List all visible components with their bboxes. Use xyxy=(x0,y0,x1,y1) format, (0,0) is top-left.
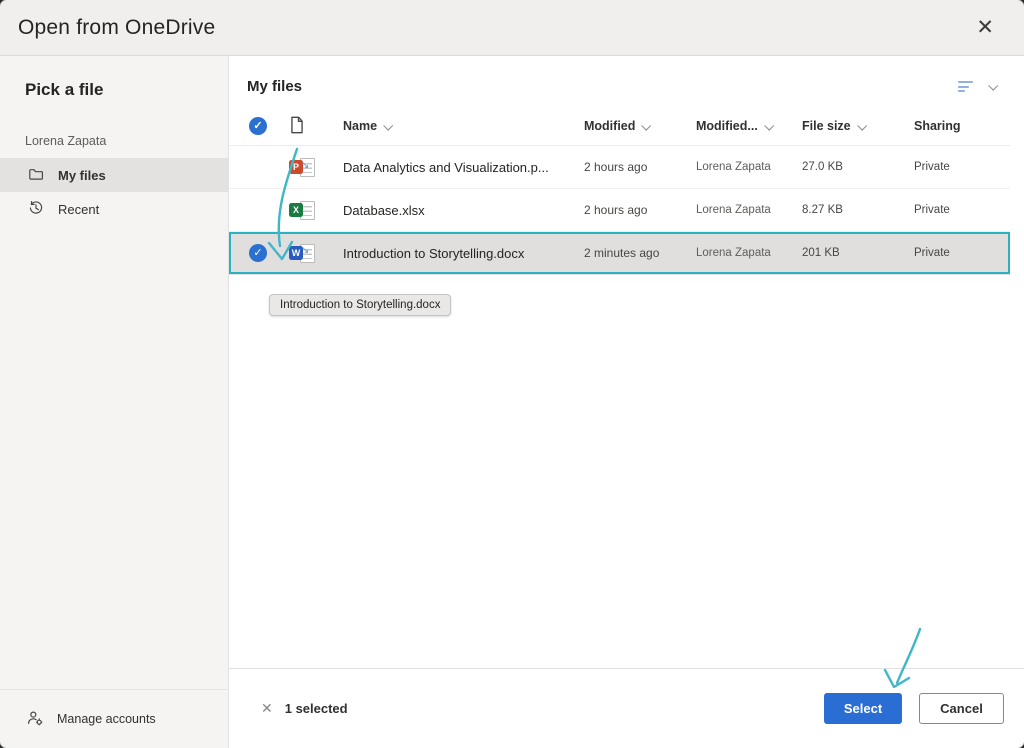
file-sharing: Private xyxy=(914,247,1010,259)
file-modified-by: Lorena Zapata xyxy=(696,247,802,259)
sidebar-item-label: Recent xyxy=(58,202,99,217)
column-header-modified[interactable]: Modified xyxy=(584,119,696,133)
sidebar-heading: Pick a file xyxy=(25,80,228,100)
title-bar: Open from OneDrive ✕ xyxy=(0,0,1024,56)
file-name: Data Analytics and Visualization.p... xyxy=(333,160,584,175)
table-row[interactable]: P Data Analytics and Visualization.p... … xyxy=(229,146,1010,189)
table-row-selected[interactable]: ✓ W Introduction to Storytelling.docx 2 … xyxy=(229,232,1010,275)
person-gear-icon xyxy=(27,710,44,729)
sort-options-button[interactable] xyxy=(954,79,1000,94)
file-modified: 2 minutes ago xyxy=(584,246,696,260)
sidebar-item-my-files[interactable]: My files xyxy=(0,158,228,192)
document-icon xyxy=(289,116,305,137)
file-size: 27.0 KB xyxy=(802,161,914,173)
excel-file-icon: X xyxy=(289,200,315,221)
close-icon[interactable]: ✕ xyxy=(970,15,1000,40)
file-name: Introduction to Storytelling.docx xyxy=(333,246,584,261)
manage-accounts-label: Manage accounts xyxy=(57,712,156,726)
folder-heading: My files xyxy=(247,78,302,95)
sidebar-item-label: My files xyxy=(58,168,106,183)
sort-lines-icon xyxy=(958,81,973,92)
column-header-modified-by[interactable]: Modified... xyxy=(696,119,802,133)
clear-selection-icon[interactable]: ✕ xyxy=(261,700,273,717)
file-size: 8.27 KB xyxy=(802,204,914,216)
file-name: Database.xlsx xyxy=(333,203,584,218)
selection-status: 1 selected xyxy=(285,701,348,716)
account-name: Lorena Zapata xyxy=(25,134,228,148)
column-header-name[interactable]: Name xyxy=(333,119,584,133)
powerpoint-file-icon: P xyxy=(289,157,315,178)
file-browser-panel: My files ✓ xyxy=(229,56,1024,748)
chevron-down-icon xyxy=(988,81,998,91)
folder-icon xyxy=(28,166,44,185)
file-sharing: Private xyxy=(914,161,1010,173)
chevron-down-icon xyxy=(764,121,774,131)
cancel-button[interactable]: Cancel xyxy=(919,693,1004,724)
chevron-down-icon xyxy=(642,121,652,131)
select-all-checkbox[interactable]: ✓ xyxy=(249,117,267,135)
sidebar: Pick a file Lorena Zapata My files xyxy=(0,56,229,748)
chevron-down-icon xyxy=(857,121,867,131)
onedrive-picker-dialog: Open from OneDrive ✕ Pick a file Lorena … xyxy=(0,0,1024,748)
file-modified: 2 hours ago xyxy=(584,160,696,174)
word-file-icon: W xyxy=(289,243,315,264)
manage-accounts-button[interactable]: Manage accounts xyxy=(0,689,228,748)
column-header-sharing[interactable]: Sharing xyxy=(914,119,1010,133)
file-modified-by: Lorena Zapata xyxy=(696,204,802,216)
sidebar-item-recent[interactable]: Recent xyxy=(0,192,228,226)
file-modified: 2 hours ago xyxy=(584,203,696,217)
table-header: ✓ Name Modified Modi xyxy=(229,107,1010,146)
file-size: 201 KB xyxy=(802,247,914,259)
row-checkbox-checked[interactable]: ✓ xyxy=(249,244,267,262)
history-icon xyxy=(28,200,44,219)
file-sharing: Private xyxy=(914,204,1010,216)
filename-tooltip: Introduction to Storytelling.docx xyxy=(269,294,451,316)
footer-bar: ✕ 1 selected Select Cancel xyxy=(229,668,1024,748)
dialog-title: Open from OneDrive xyxy=(18,16,215,40)
select-button[interactable]: Select xyxy=(824,693,902,724)
file-modified-by: Lorena Zapata xyxy=(696,161,802,173)
table-row[interactable]: X Database.xlsx 2 hours ago Lorena Zapat… xyxy=(229,189,1010,232)
column-header-file-size[interactable]: File size xyxy=(802,119,914,133)
chevron-down-icon xyxy=(383,121,393,131)
